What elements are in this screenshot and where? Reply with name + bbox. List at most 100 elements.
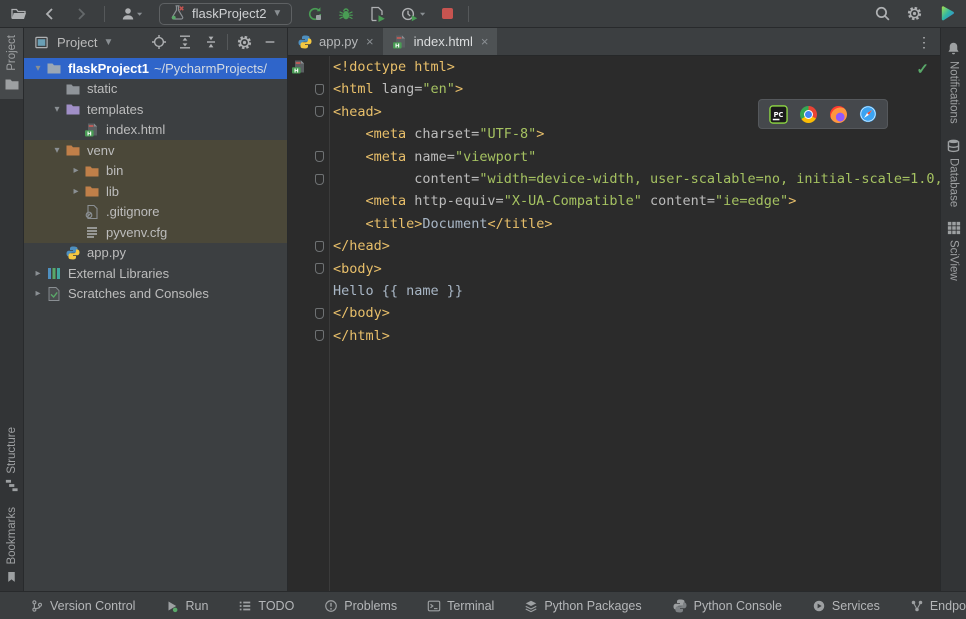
left-tool-stripe: Project StructureBookmarks (0, 28, 24, 591)
tree-item-templates[interactable]: ▾templates (24, 99, 287, 120)
tree-item-path: ~/PycharmProjects/ (154, 61, 267, 76)
profiler-button[interactable] (401, 4, 427, 24)
gutter-row (288, 101, 329, 123)
code-line[interactable]: </head> (333, 235, 940, 257)
chevron-right-icon[interactable]: ▸ (30, 268, 46, 279)
code-line[interactable]: <title>Document</title> (333, 213, 940, 235)
code-token: content= (414, 171, 479, 187)
code-token: > (788, 193, 796, 209)
chevron-right-icon[interactable]: ▸ (68, 186, 84, 197)
grid-icon (947, 221, 961, 235)
tree-item-lib[interactable]: ▸lib (24, 181, 287, 202)
tree-item-app-py[interactable]: app.py (24, 243, 287, 264)
tool-stripe-button-notifications[interactable]: Notifications (941, 34, 966, 131)
fold-marker-icon[interactable] (315, 330, 324, 341)
run-icon (165, 599, 179, 613)
tree-item-pyvenv-cfg[interactable]: pyvenv.cfg (24, 222, 287, 243)
expand-all-button[interactable] (175, 32, 195, 52)
code-editor[interactable]: H <!doctype html><html lang="en"><head> … (288, 56, 940, 591)
code-line[interactable]: <meta http-equiv="X-UA-Compatible" conte… (333, 190, 940, 212)
endpoints-icon (910, 599, 924, 613)
safari-browser-button[interactable] (858, 104, 878, 124)
tree-item-scratches-and-consoles[interactable]: ▸Scratches and Consoles (24, 284, 287, 305)
tree-item-index-html[interactable]: Hindex.html (24, 120, 287, 141)
statusbar-item-problems[interactable]: Problems (324, 599, 397, 613)
tool-stripe-button-bookmarks[interactable]: Bookmarks (0, 500, 23, 591)
fold-marker-icon[interactable] (315, 263, 324, 274)
scratches-icon (46, 286, 62, 302)
code-line[interactable]: Hello {{ name }} (333, 280, 940, 302)
tab-options-kebab-icon[interactable]: ⋮ (917, 28, 931, 56)
code-line[interactable]: <html lang="en"> (333, 78, 940, 100)
close-tab-icon[interactable]: × (366, 34, 374, 49)
fold-marker-icon[interactable] (315, 241, 324, 252)
statusbar-item-label: Endpoints (930, 599, 966, 613)
tree-item-gitignore[interactable]: .gitignore (24, 202, 287, 223)
run-configuration-selector[interactable]: flaskProject2 ▼ (159, 3, 292, 25)
settings-gear-button[interactable] (906, 4, 923, 24)
tree-item-flaskproject1[interactable]: ▾flaskProject1~/PycharmProjects/ (24, 58, 287, 79)
firefox-browser-button[interactable] (828, 104, 848, 124)
code-line[interactable]: <!doctype html> (333, 56, 940, 78)
code-token (333, 171, 414, 187)
tree-item-static[interactable]: static (24, 79, 287, 100)
collapse-all-button[interactable] (201, 32, 221, 52)
editor-tab-index-html[interactable]: Hindex.html× (383, 28, 498, 55)
forward-button[interactable] (73, 4, 89, 24)
statusbar-item-endpoints[interactable]: Endpoints (910, 599, 966, 613)
project-view-selector[interactable]: Project (57, 35, 97, 50)
tree-item-external-libraries[interactable]: ▸External Libraries (24, 263, 287, 284)
rerun-button[interactable] (307, 4, 323, 24)
run-with-coverage-button[interactable] (369, 4, 386, 24)
code-line[interactable]: <meta name="viewport" (333, 146, 940, 168)
tool-stripe-button-database[interactable]: Database (941, 131, 966, 214)
chrome-browser-button[interactable] (798, 104, 818, 124)
chevron-down-icon[interactable]: ▾ (49, 145, 65, 156)
stop-button[interactable] (442, 4, 453, 24)
statusbar-item-services[interactable]: Services (812, 599, 880, 613)
tree-item-venv[interactable]: ▾venv (24, 140, 287, 161)
debug-button[interactable] (338, 4, 354, 24)
statusbar-item-run[interactable]: Run (165, 599, 208, 613)
chevron-down-icon[interactable]: ▾ (30, 63, 46, 74)
hide-panel-button[interactable] (260, 32, 280, 52)
tool-stripe-label: Project (6, 35, 18, 71)
pycharm-browser-button[interactable]: PC (768, 104, 788, 124)
statusbar-item-terminal[interactable]: Terminal (427, 599, 494, 613)
statusbar-item-todo[interactable]: TODO (238, 599, 294, 613)
statusbar-item-python-packages[interactable]: Python Packages (524, 599, 641, 613)
editor-tab-app-py[interactable]: app.py× (288, 28, 383, 55)
statusbar-item-python-console[interactable]: Python Console (672, 598, 782, 614)
user-menu-button[interactable] (120, 4, 144, 24)
chevron-right-icon[interactable]: ▸ (68, 165, 84, 176)
fold-marker-icon[interactable] (315, 84, 324, 95)
folder-static-icon (65, 81, 81, 97)
panel-options-button[interactable] (234, 32, 254, 52)
inspections-ok-icon[interactable]: ✓ (916, 60, 929, 78)
tool-stripe-button-structure[interactable]: Structure (0, 420, 23, 501)
tree-item-bin[interactable]: ▸bin (24, 161, 287, 182)
code-text[interactable]: <!doctype html><html lang="en"><head> <m… (330, 56, 940, 591)
gutter-row (288, 146, 329, 168)
statusbar-item-label: Version Control (50, 599, 135, 613)
chevron-down-icon[interactable]: ▼ (103, 37, 113, 48)
tool-stripe-button-project[interactable]: Project (0, 28, 23, 99)
app-logo-icon[interactable] (938, 4, 956, 24)
fold-marker-icon[interactable] (315, 106, 324, 117)
code-line[interactable]: </html> (333, 325, 940, 347)
open-project-icon[interactable] (10, 4, 27, 24)
fold-marker-icon[interactable] (315, 151, 324, 162)
chevron-down-icon[interactable]: ▾ (49, 104, 65, 115)
select-opened-file-button[interactable] (149, 32, 169, 52)
fold-marker-icon[interactable] (315, 174, 324, 185)
code-line[interactable]: <body> (333, 258, 940, 280)
statusbar-item-version-control[interactable]: Version Control (30, 599, 135, 613)
search-everywhere-button[interactable] (874, 4, 891, 24)
tool-stripe-button-sciview[interactable]: SciView (941, 214, 966, 288)
fold-marker-icon[interactable] (315, 308, 324, 319)
back-button[interactable] (42, 4, 58, 24)
code-line[interactable]: content="width=device-width, user-scalab… (333, 168, 940, 190)
code-line[interactable]: </body> (333, 302, 940, 324)
close-tab-icon[interactable]: × (481, 34, 489, 49)
chevron-right-icon[interactable]: ▸ (30, 288, 46, 299)
